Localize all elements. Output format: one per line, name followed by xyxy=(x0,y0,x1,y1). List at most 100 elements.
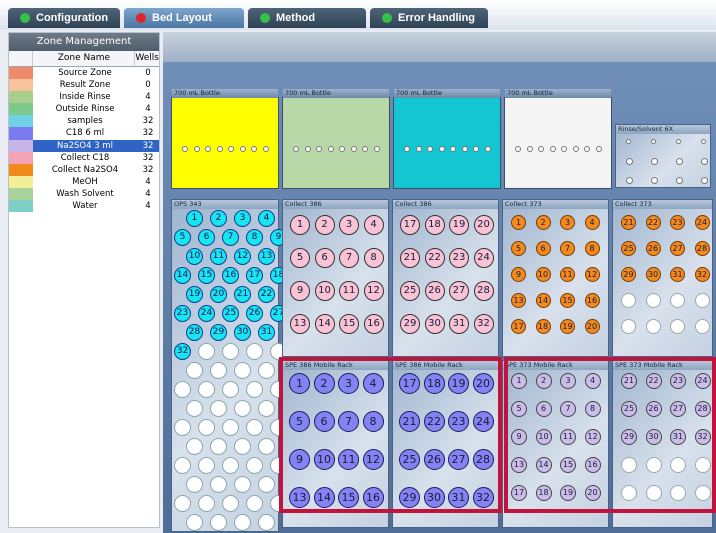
collect-rack-386-well[interactable]: 20 xyxy=(473,215,494,235)
zone-row[interactable]: C18 6 ml 32 xyxy=(9,127,159,140)
sample-well[interactable]: 13 xyxy=(258,248,275,265)
collect-rack-373-well[interactable] xyxy=(621,319,636,334)
collect-rack-373-well[interactable]: 18 xyxy=(535,319,551,334)
sample-well[interactable] xyxy=(246,495,263,512)
sample-well[interactable]: 17 xyxy=(246,267,263,284)
sample-well[interactable] xyxy=(198,495,215,512)
sample-well[interactable] xyxy=(258,400,275,417)
zone-row[interactable]: Source Zone 0 xyxy=(9,67,159,80)
collect-rack-386-well[interactable]: 3 xyxy=(339,215,359,235)
collect-rack-373-well[interactable]: 25 xyxy=(621,241,636,256)
sample-well[interactable] xyxy=(222,343,239,360)
collect-rack-386-well[interactable]: 2 xyxy=(314,215,335,235)
tab-configuration[interactable]: Configuration xyxy=(8,8,120,28)
sample-well[interactable] xyxy=(246,381,263,398)
collect-rack-386-well[interactable]: 1 xyxy=(290,215,310,235)
collect-rack-386-well[interactable]: 24 xyxy=(473,248,494,268)
zone-row[interactable]: Na2SO4 3 ml 32 xyxy=(9,139,159,152)
sample-well[interactable]: 20 xyxy=(210,286,227,303)
reagent-bottle[interactable]: 700 mL Bottle xyxy=(504,89,612,189)
sample-well[interactable] xyxy=(210,438,227,455)
sample-well[interactable]: 21 xyxy=(234,286,251,303)
sample-well[interactable] xyxy=(198,457,215,474)
sample-well[interactable]: 12 xyxy=(234,248,251,265)
sample-well[interactable]: 28 xyxy=(186,324,203,341)
zone-row[interactable]: Inside Rinse 4 xyxy=(9,91,159,104)
collect-rack-373-well[interactable]: 4 xyxy=(584,215,600,230)
collect-rack-373-well[interactable]: 14 xyxy=(535,293,551,308)
sample-well[interactable]: 26 xyxy=(246,305,263,322)
sample-well[interactable]: 10 xyxy=(186,248,203,265)
collect-rack-386-well[interactable]: 9 xyxy=(290,281,310,301)
sample-well[interactable]: 16 xyxy=(222,267,239,284)
sample-well[interactable]: 30 xyxy=(234,324,251,341)
reagent-bottle[interactable]: 700 mL Bottle xyxy=(393,89,501,189)
collect-rack-373-well[interactable]: 3 xyxy=(560,215,575,230)
collect-rack-386-well[interactable]: 19 xyxy=(449,215,469,235)
collect-rack-373-well[interactable]: 20 xyxy=(584,319,600,334)
sample-well[interactable] xyxy=(210,400,227,417)
sample-well[interactable]: 6 xyxy=(198,229,215,246)
sample-well[interactable] xyxy=(186,400,203,417)
sample-well[interactable] xyxy=(174,381,191,398)
collect-rack-373[interactable]: Collect 373 21 22 23 24 25 26 27 28 29 30 31 32 xyxy=(612,199,713,357)
collect-rack-373-well[interactable] xyxy=(670,293,685,308)
sample-well[interactable] xyxy=(174,457,191,474)
sample-well[interactable] xyxy=(258,362,275,379)
sample-well[interactable] xyxy=(174,495,191,512)
zone-row[interactable]: Wash Solvent 4 xyxy=(9,187,159,201)
collect-rack-373[interactable]: Collect 373 1 2 3 4 5 6 7 8 9 10 11 12 13 14 15 16 17 18 19… xyxy=(502,199,609,357)
collect-rack-373-well[interactable]: 28 xyxy=(694,241,710,256)
sample-well[interactable] xyxy=(258,476,275,493)
zone-row[interactable]: Collect C18 32 xyxy=(9,151,159,164)
collect-rack-373-well[interactable] xyxy=(670,319,685,334)
sample-well[interactable]: 31 xyxy=(258,324,275,341)
zone-row[interactable]: Outside Rinse 4 xyxy=(9,103,159,116)
collect-rack-373-well[interactable]: 21 xyxy=(621,215,636,230)
sample-well[interactable] xyxy=(222,419,239,436)
zone-row[interactable]: Collect Na2SO4 32 xyxy=(9,163,159,176)
rinse-solvent-rack[interactable]: Rinse/Solvent 6X xyxy=(615,124,711,188)
zone-row[interactable]: Result Zone 0 xyxy=(9,79,159,92)
reagent-bottle[interactable]: 700 mL Bottle xyxy=(171,89,279,189)
tab-bed-layout[interactable]: Bed Layout xyxy=(124,8,244,28)
sample-well[interactable] xyxy=(210,476,227,493)
sample-well[interactable]: 11 xyxy=(210,248,227,265)
sample-well[interactable] xyxy=(186,438,203,455)
tab-error-handling[interactable]: Error Handling xyxy=(370,8,488,28)
sample-well[interactable] xyxy=(258,438,275,455)
collect-rack-386-well[interactable]: 26 xyxy=(424,281,445,301)
sample-well[interactable] xyxy=(234,514,251,531)
collect-rack-373-well[interactable]: 15 xyxy=(560,293,575,308)
collect-rack-386[interactable]: Collect 386 17 18 19 20 21 22 23 24 25 26 27 28 29 30 3… xyxy=(392,199,499,357)
collect-rack-386-well[interactable]: 23 xyxy=(449,248,469,268)
collect-rack-373-well[interactable] xyxy=(694,293,710,308)
collect-rack-386-well[interactable]: 4 xyxy=(363,215,384,235)
sample-well[interactable]: 24 xyxy=(198,305,215,322)
collect-rack-386-well[interactable]: 6 xyxy=(314,248,335,268)
collect-rack-386-well[interactable]: 32 xyxy=(473,314,494,334)
collect-rack-386-well[interactable]: 15 xyxy=(339,314,359,334)
sample-well[interactable]: 25 xyxy=(222,305,239,322)
sample-well[interactable] xyxy=(198,381,215,398)
sample-well[interactable] xyxy=(246,343,263,360)
sample-well[interactable]: 8 xyxy=(246,229,263,246)
sample-well[interactable] xyxy=(234,476,251,493)
collect-rack-373-well[interactable] xyxy=(621,293,636,308)
collect-rack-386-well[interactable]: 8 xyxy=(363,248,384,268)
sample-well[interactable]: 23 xyxy=(174,305,191,322)
reagent-bottle[interactable]: 700 mL Bottle xyxy=(282,89,390,189)
collect-rack-373-well[interactable]: 30 xyxy=(645,267,661,282)
collect-rack-373-well[interactable]: 12 xyxy=(584,267,600,282)
sample-well[interactable] xyxy=(174,419,191,436)
sample-well[interactable]: 32 xyxy=(174,343,191,360)
sample-well[interactable] xyxy=(222,457,239,474)
collect-rack-386-well[interactable]: 13 xyxy=(290,314,310,334)
collect-rack-373-well[interactable]: 31 xyxy=(670,267,685,282)
sample-well[interactable] xyxy=(246,419,263,436)
collect-rack-386-well[interactable]: 10 xyxy=(314,281,335,301)
tab-method[interactable]: Method xyxy=(248,8,366,28)
collect-rack-373-well[interactable]: 8 xyxy=(584,241,600,256)
collect-rack-373-well[interactable]: 6 xyxy=(535,241,551,256)
collect-rack-373-well[interactable]: 24 xyxy=(694,215,710,230)
